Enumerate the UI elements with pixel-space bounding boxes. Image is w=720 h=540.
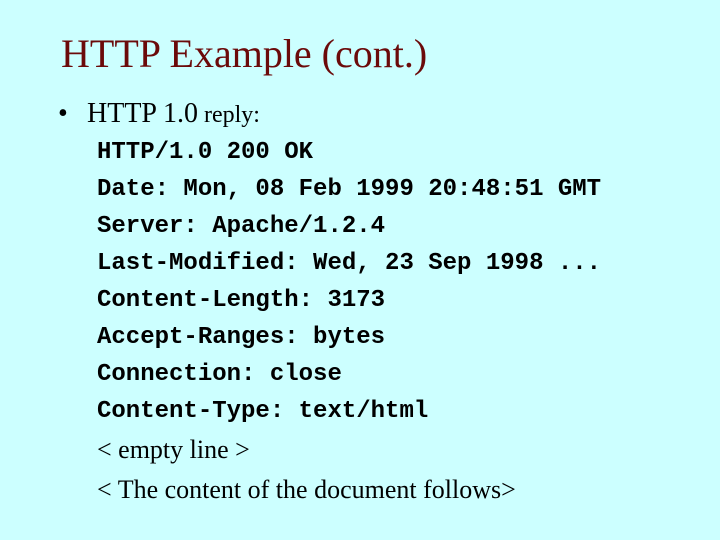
header-last-modified: Last-Modified: Wed, 23 Sep 1998 ... <box>97 250 602 277</box>
bullet-icon: • <box>58 98 68 129</box>
header-content-length: Content-Length: 3173 <box>97 287 386 314</box>
header-connection: Connection: close <box>97 361 342 388</box>
bullet-item: • HTTP 1.0 reply: <box>58 98 260 130</box>
slide-title: HTTP Example (cont.) <box>61 31 428 76</box>
empty-line-note: < empty line > <box>97 435 250 464</box>
header-content-type: Content-Type: text/html <box>97 398 429 425</box>
bullet-text-small: reply: <box>197 102 260 128</box>
bullet-text-main: HTTP 1.0 <box>87 98 198 129</box>
document-content-note: < The content of the document follows> <box>97 475 516 504</box>
header-accept-ranges: Accept-Ranges: bytes <box>97 324 386 351</box>
header-server: Server: Apache/1.2.4 <box>97 213 386 240</box>
status-line: HTTP/1.0 200 OK <box>97 139 314 166</box>
http-response-block: HTTP/1.0 200 OK Date: Mon, 08 Feb 1999 2… <box>97 138 601 515</box>
header-date: Date: Mon, 08 Feb 1999 20:48:51 GMT <box>97 176 602 203</box>
